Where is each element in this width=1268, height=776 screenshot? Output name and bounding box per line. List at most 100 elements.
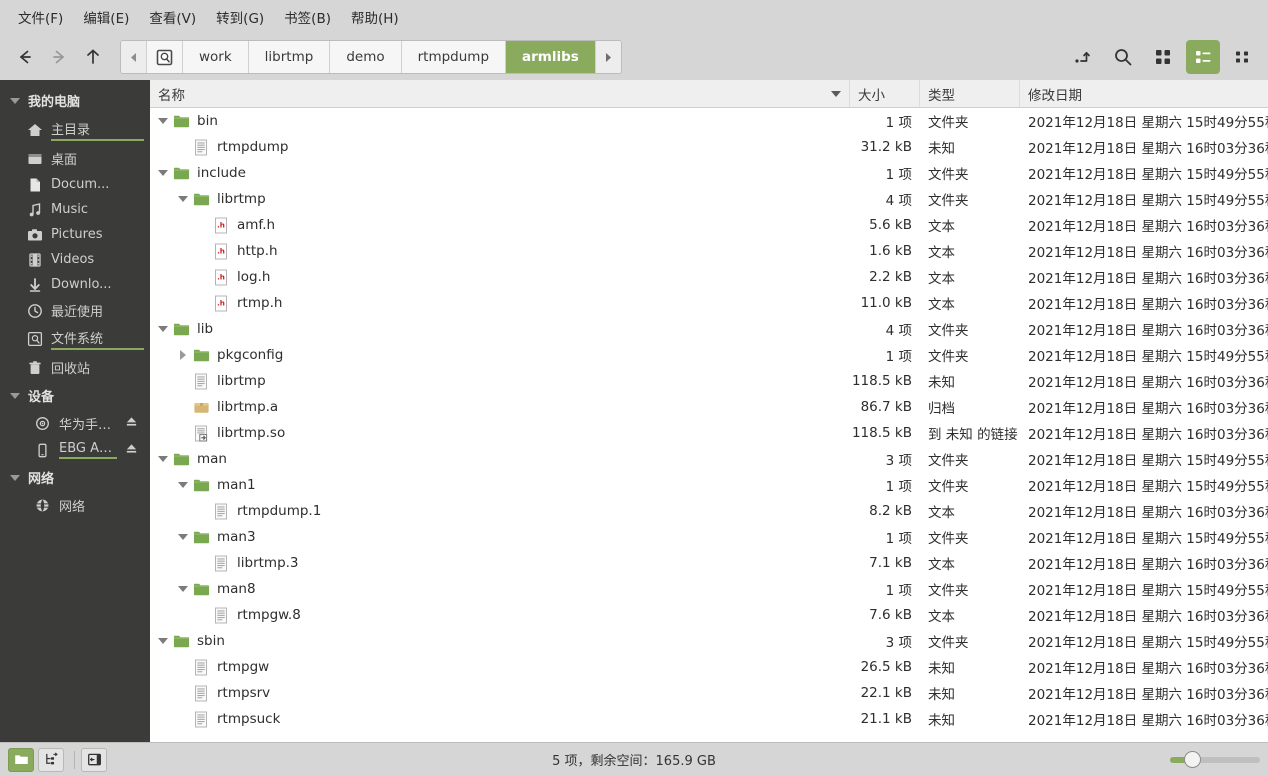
table-row[interactable]: librtmp.3 7.1 kB 文本 2021年12月18日 星期六 16时03分3… — [150, 550, 1268, 576]
sidebar-item-documents[interactable]: Docum... — [0, 172, 150, 197]
menu-help[interactable]: 帮助(H) — [341, 3, 409, 31]
table-row[interactable]: rtmpdump 31.2 kB 未知 2021年12月18日 星期六 16时03分3… — [150, 134, 1268, 160]
table-row[interactable]: librtmp 118.5 kB 未知 2021年12月18日 星期六 16时03分3… — [150, 368, 1268, 394]
breadcrumb-root-filesystem[interactable] — [147, 41, 183, 73]
expand-triangle-down-icon[interactable] — [156, 166, 170, 180]
column-header-size[interactable]: 大小 — [850, 80, 920, 107]
table-row[interactable]: librtmp 4 项文件夹 2021年12月18日 星期六 15时49分55秒 — [150, 186, 1268, 212]
breadcrumb-item-demo[interactable]: demo — [330, 41, 402, 73]
cell-name: pkgconfig — [150, 346, 850, 364]
table-row[interactable]: rtmpdump.1 8.2 kB 文本 2021年12月18日 星期六 16时03分… — [150, 498, 1268, 524]
table-row[interactable]: include 1 项文件夹 2021年12月18日 星期六 15时49分55秒 — [150, 160, 1268, 186]
tree-view-button[interactable] — [38, 747, 64, 772]
cell-type: 文本 — [928, 609, 955, 625]
cell-size: 3 项 — [885, 635, 912, 651]
breadcrumb-item-librtmp[interactable]: librtmp — [248, 41, 331, 73]
menu-bar: 文件(F) 编辑(E) 查看(V) 转到(G) 书签(B) 帮助(H) — [0, 0, 1268, 34]
zoom-slider-handle[interactable] — [1184, 751, 1201, 768]
table-row[interactable]: lib 4 项文件夹 2021年12月18日 星期六 16时03分36秒 — [150, 316, 1268, 342]
expand-triangle-down-icon[interactable] — [176, 192, 190, 206]
column-header-date[interactable]: 修改日期 — [1020, 80, 1268, 107]
table-row[interactable]: rtmpsuck 21.1 kB 未知 2021年12月18日 星期六 16时03分3… — [150, 706, 1268, 732]
expand-triangle-down-icon[interactable] — [156, 322, 170, 336]
breadcrumb-scroll-left[interactable] — [121, 41, 147, 73]
file-manager-window: 文件(F) 编辑(E) 查看(V) 转到(G) 书签(B) 帮助(H) work… — [0, 0, 1268, 776]
folder-view-button[interactable] — [8, 747, 34, 772]
sidebar-item-music[interactable]: Music — [0, 197, 150, 222]
list-view-button[interactable] — [1186, 40, 1220, 74]
back-button[interactable] — [8, 40, 42, 74]
sidebar-group-my-computer[interactable]: 我的电脑 — [0, 86, 150, 115]
sidebar-item-huawei-phone[interactable]: 华为手机... — [0, 410, 150, 437]
cell-type: 归档 — [928, 401, 955, 417]
cell-name: man3 — [150, 528, 850, 546]
table-row[interactable]: .h log.h 2.2 kB 文本 2021年12月18日 星期六 16时03分36秒 — [150, 264, 1268, 290]
menu-go[interactable]: 转到(G) — [206, 3, 274, 31]
compact-view-button[interactable] — [1226, 40, 1260, 74]
breadcrumb-item-rtmpdump[interactable]: rtmpdump — [401, 41, 507, 73]
table-row[interactable]: man 3 项文件夹 2021年12月18日 星期六 15时49分55秒 — [150, 446, 1268, 472]
cell-size: 1 项 — [885, 531, 912, 547]
sidebar-item-home[interactable]: 主目录 — [0, 115, 150, 145]
up-button[interactable] — [76, 40, 110, 74]
table-row[interactable]: rtmpsrv 22.1 kB 未知 2021年12月18日 星期六 16时03分36… — [150, 680, 1268, 706]
sidebar-group-label: 网络 — [28, 472, 55, 487]
sidebar-item-label: EBG AN... — [59, 441, 117, 459]
table-row[interactable]: man1 1 项文件夹 2021年12月18日 星期六 15时49分55秒 — [150, 472, 1268, 498]
expand-triangle-down-icon[interactable] — [176, 582, 190, 596]
forward-button[interactable] — [42, 40, 76, 74]
table-row[interactable]: rtmpgw 26.5 kB 未知 2021年12月18日 星期六 16时03分36秒 — [150, 654, 1268, 680]
sidebar-group-network[interactable]: 网络 — [0, 463, 150, 492]
cell-date: 2021年12月18日 星期六 15时49分55秒 — [1028, 115, 1268, 131]
breadcrumb-item-work[interactable]: work — [183, 41, 249, 73]
cell-date: 2021年12月18日 星期六 16时03分36秒 — [1028, 245, 1268, 261]
sidebar-item-downloads[interactable]: Downlo... — [0, 272, 150, 297]
table-row[interactable]: man3 1 项文件夹 2021年12月18日 星期六 15时49分55秒 — [150, 524, 1268, 550]
table-row[interactable]: librtmp.so 118.5 kB 到 未知 的链接 2021年12月18日 星期… — [150, 420, 1268, 446]
table-row[interactable]: librtmp.a 86.7 kB 归档 2021年12月18日 星期六 16时03分… — [150, 394, 1268, 420]
sidebar-item-filesystem[interactable]: 文件系统 — [0, 324, 150, 354]
expand-triangle-down-icon[interactable] — [156, 634, 170, 648]
table-row[interactable]: man8 1 项文件夹 2021年12月18日 星期六 15时49分55秒 — [150, 576, 1268, 602]
column-header-name[interactable]: 名称 — [150, 80, 850, 107]
sidebar-item-videos[interactable]: Videos — [0, 247, 150, 272]
toggle-sidebar-button[interactable] — [81, 747, 107, 772]
table-row[interactable]: pkgconfig 1 项文件夹 2021年12月18日 星期六 15时49分55秒 — [150, 342, 1268, 368]
eject-icon[interactable] — [125, 442, 144, 459]
expand-triangle-down-icon[interactable] — [156, 114, 170, 128]
sidebar-item-ebg-an[interactable]: EBG AN... — [0, 437, 150, 463]
table-row[interactable]: bin 1 项文件夹 2021年12月18日 星期六 15时49分55秒 — [150, 108, 1268, 134]
cell-type: 文本 — [928, 245, 955, 261]
cell-name: rtmpsrv — [150, 684, 850, 702]
cell-name: .h log.h — [150, 268, 850, 286]
expand-triangle-down-icon[interactable] — [176, 478, 190, 492]
menu-edit[interactable]: 编辑(E) — [73, 3, 139, 31]
expand-triangle-down-icon[interactable] — [156, 452, 170, 466]
text-file-icon — [212, 554, 230, 572]
sidebar-item-trash[interactable]: 回收站 — [0, 354, 150, 381]
search-button[interactable] — [1106, 40, 1140, 74]
table-row[interactable]: sbin 3 项文件夹 2021年12月18日 星期六 15时49分55秒 — [150, 628, 1268, 654]
icon-view-button[interactable] — [1146, 40, 1180, 74]
table-row[interactable]: .h rtmp.h 11.0 kB 文本 2021年12月18日 星期六 16时03分3… — [150, 290, 1268, 316]
zoom-slider[interactable] — [1170, 751, 1260, 769]
menu-file[interactable]: 文件(F) — [8, 3, 73, 31]
breadcrumb-scroll-right[interactable] — [595, 41, 621, 73]
breadcrumb-item-armlibs[interactable]: armlibs — [506, 41, 596, 73]
table-row[interactable]: rtmpgw.8 7.6 kB 文本 2021年12月18日 星期六 16时03分36… — [150, 602, 1268, 628]
menu-bookmarks[interactable]: 书签(B) — [274, 3, 341, 31]
path-entry-button[interactable] — [1066, 40, 1100, 74]
sidebar-item-network[interactable]: 网络 — [0, 492, 150, 519]
column-header-type[interactable]: 类型 — [920, 80, 1020, 107]
sidebar-item-desktop[interactable]: 桌面 — [0, 145, 150, 172]
sidebar-item-pictures[interactable]: Pictures — [0, 222, 150, 247]
expand-triangle-down-icon[interactable] — [176, 530, 190, 544]
menu-view[interactable]: 查看(V) — [139, 3, 206, 31]
sidebar-item-recent[interactable]: 最近使用 — [0, 297, 150, 324]
expand-triangle-right-icon[interactable] — [176, 348, 190, 362]
sidebar-group-devices[interactable]: 设备 — [0, 381, 150, 410]
table-row[interactable]: .h amf.h 5.6 kB 文本 2021年12月18日 星期六 16时03分36秒 — [150, 212, 1268, 238]
eject-icon[interactable] — [125, 415, 144, 432]
main-area: 我的电脑 主目录 桌面 Docum... Music Pictures Vide… — [0, 80, 1268, 742]
table-row[interactable]: .h http.h 1.6 kB 文本 2021年12月18日 星期六 16时03分36… — [150, 238, 1268, 264]
